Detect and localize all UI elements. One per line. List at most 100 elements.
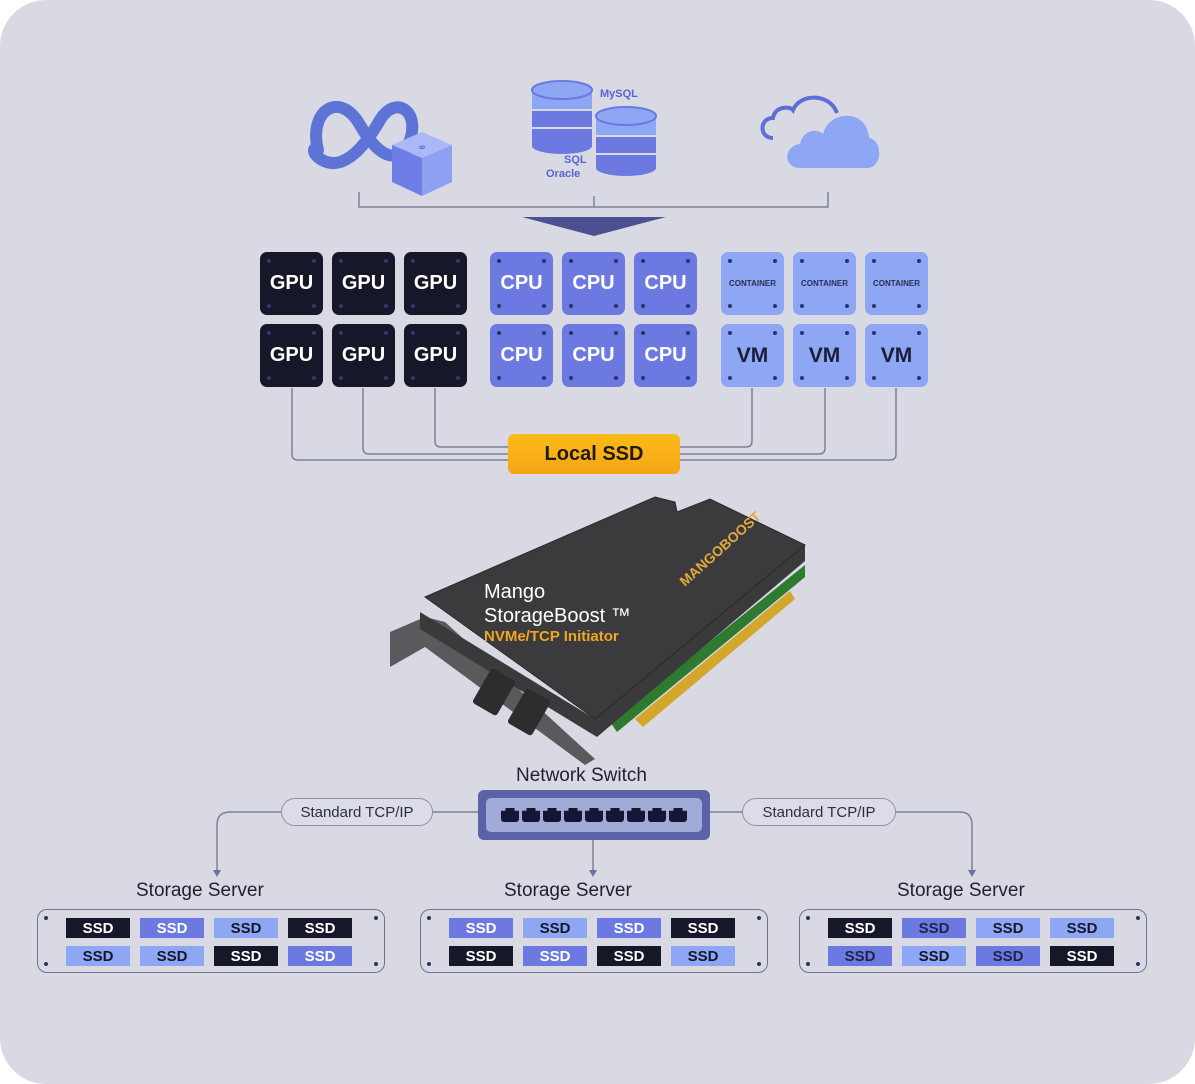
ssd-grid: SSD SSD SSD SSD SSD SSD SSD SSD (828, 918, 1114, 966)
screw-dot (312, 331, 316, 335)
tcp-ip-label-right: Standard TCP/IP (762, 803, 876, 821)
screw-dot (497, 331, 501, 335)
right-link-line (896, 811, 973, 872)
screw-dot (728, 259, 732, 263)
local-ssd-badge: Local SSD (508, 434, 680, 474)
ssd-drive: SSD (597, 918, 661, 938)
screw-dot (542, 304, 546, 308)
screw-dot (757, 916, 761, 920)
cpu-chip: CPU (634, 252, 697, 315)
screw-dot (917, 304, 921, 308)
screw-dot (384, 304, 388, 308)
arrow-left-server (213, 870, 221, 877)
ssd-drive: SSD (1050, 946, 1114, 966)
ssd-grid: SSD SSD SSD SSD SSD SSD SSD SSD (449, 918, 735, 966)
screw-dot (641, 259, 645, 263)
sql-label: SQL (564, 154, 587, 166)
vm-chip-label: VM (808, 343, 841, 367)
ssd-drive: SSD (523, 946, 587, 966)
screw-dot (872, 331, 876, 335)
gpu-chip-label: GPU (341, 344, 386, 366)
screw-dot (427, 962, 431, 966)
vm-chip: VM (865, 324, 928, 387)
screw-dot (569, 331, 573, 335)
screw-dot (800, 304, 804, 308)
screw-dot (806, 962, 810, 966)
screw-dot (384, 331, 388, 335)
screw-dot (800, 331, 804, 335)
screw-dot (1136, 916, 1140, 920)
ssd-drive: SSD (597, 946, 661, 966)
screw-dot (456, 376, 460, 380)
arrow-right-server (968, 870, 976, 877)
ssd-drive: SSD (976, 946, 1040, 966)
local-ssd-label: Local SSD (544, 442, 644, 465)
screw-dot (267, 304, 271, 308)
cpu-chip-label: CPU (644, 272, 687, 294)
screw-dot (773, 331, 777, 335)
gpu-chip: GPU (332, 324, 395, 387)
cloud-icon (760, 95, 880, 168)
screw-dot (374, 962, 378, 966)
storage-server: SSD SSD SSD SSD SSD SSD SSD SSD (420, 909, 768, 973)
ssd-drive: SSD (828, 946, 892, 966)
network-switch (478, 790, 710, 840)
ssd-drive: SSD (902, 946, 966, 966)
screw-dot (267, 259, 271, 263)
screw-dot (872, 304, 876, 308)
switch-port-row (486, 798, 702, 832)
screw-dot (800, 259, 804, 263)
ethernet-port-icon (564, 808, 582, 822)
package-cube-icon: ∞ (392, 132, 452, 196)
ethernet-port-icon (585, 808, 603, 822)
cpu-chip-label: CPU (500, 344, 543, 366)
screw-dot (497, 376, 501, 380)
screw-dot (614, 259, 618, 263)
ethernet-port-icon (627, 808, 645, 822)
cpu-chip-label: CPU (500, 272, 543, 294)
screw-dot (686, 259, 690, 263)
arrow-center-server (589, 870, 597, 877)
diagram-canvas: ∞ MySQL SQL Oracle GPU GPU GPU GPU GPU GPU CPU… (0, 0, 1195, 1084)
screw-dot (917, 376, 921, 380)
screw-dot (312, 304, 316, 308)
ssd-grid: SSD SSD SSD SSD SSD SSD SSD SSD (66, 918, 352, 966)
gpu3-connector (434, 388, 508, 448)
screw-dot (456, 259, 460, 263)
ethernet-port-icon (501, 808, 519, 822)
vm-chip-label: VM (880, 343, 913, 367)
screw-dot (686, 376, 690, 380)
container-chip: CONTAINER (793, 252, 856, 315)
screw-dot (456, 331, 460, 335)
ssd-drive: SSD (523, 918, 587, 938)
ethernet-port-icon (606, 808, 624, 822)
screw-dot (845, 304, 849, 308)
screw-dot (497, 259, 501, 263)
gpu-chip: GPU (260, 324, 323, 387)
container-chip-label: CONTAINER (873, 279, 920, 288)
ssd-drive: SSD (66, 918, 130, 938)
screw-dot (384, 376, 388, 380)
meta-infinity-logo-icon: ∞ (308, 101, 452, 196)
gpu-chip: GPU (332, 252, 395, 315)
screw-dot (569, 304, 573, 308)
screw-dot (339, 259, 343, 263)
storage-server-title: Storage Server (504, 880, 632, 901)
gpu-chip-label: GPU (413, 272, 458, 294)
screw-dot (728, 331, 732, 335)
gpu-chip-label: GPU (341, 272, 386, 294)
screw-dot (614, 304, 618, 308)
network-switch-label: Network Switch (516, 765, 647, 786)
ethernet-port-icon (669, 808, 687, 822)
ssd-drive: SSD (976, 918, 1040, 938)
vm-chip: VM (793, 324, 856, 387)
ssd-drive: SSD (214, 946, 278, 966)
cpu-chip-label: CPU (644, 344, 687, 366)
svg-text:∞: ∞ (418, 143, 426, 153)
screw-dot (427, 916, 431, 920)
gpu-chip-label: GPU (413, 344, 458, 366)
screw-dot (845, 331, 849, 335)
down-arrow-icon (522, 217, 666, 236)
ethernet-port-icon (522, 808, 540, 822)
screw-dot (917, 331, 921, 335)
